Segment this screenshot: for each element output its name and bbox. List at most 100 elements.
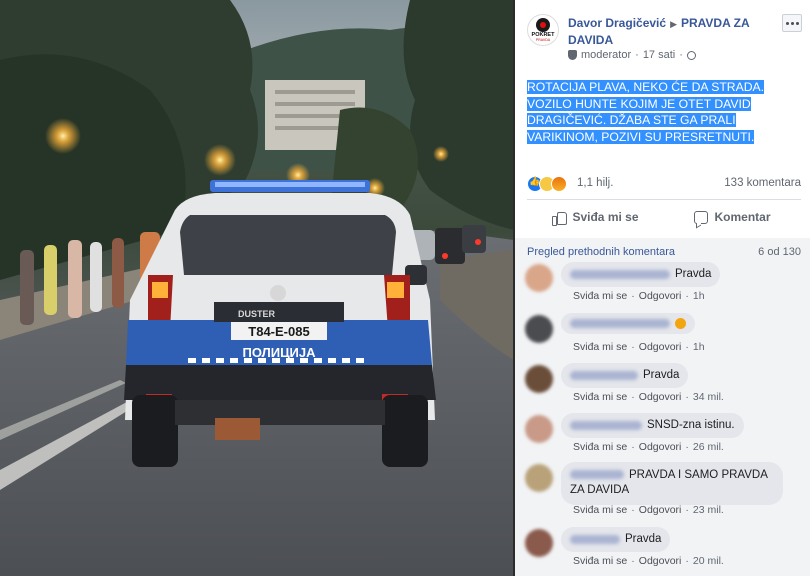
role-label: moderator [581, 49, 632, 61]
comment-meta: Sviđa mi se · Odgovori · 1h [573, 341, 705, 353]
emoji-icon [675, 318, 686, 329]
page-name-link-line2[interactable]: DAVIDA [568, 33, 613, 47]
comment-like-link[interactable]: Sviđa mi se [573, 504, 627, 516]
page-avatar[interactable]: POKRET PRAVDA [527, 14, 559, 46]
comment-reply-link[interactable]: Odgovori [639, 391, 682, 403]
dot-separator: · [685, 504, 689, 516]
comment-text: Pravda [625, 533, 662, 545]
dot-separator: · [685, 391, 689, 403]
comment-meta: Sviđa mi se · Odgovori · 20 mil. [573, 555, 724, 567]
comment-meta: Sviđa mi se · Odgovori · 26 mil. [573, 441, 724, 453]
post-time[interactable]: 17 sati [643, 49, 675, 61]
photo-scene: DUSTER T84-E-085 ПОЛИЦИЈА [0, 0, 514, 576]
post-header: POKRET PRAVDA Davor Dragičević ▶ PRAVDA ZA… [527, 12, 802, 62]
post-side-panel: POKRET PRAVDA Davor Dragičević ▶ PRAVDA ZA… [515, 0, 810, 576]
dot-separator: · [631, 555, 635, 567]
comment-meta: Sviđa mi se · Odgovori · 23 mil. [573, 504, 724, 516]
reaction-count[interactable]: 1,1 hilj. [577, 177, 613, 189]
comment-reply-link[interactable]: Odgovori [639, 441, 682, 453]
comment-button[interactable]: Komentar [664, 204, 801, 230]
comment-text: Pravda [675, 268, 712, 280]
commenter-avatar[interactable] [525, 529, 553, 557]
comment-bubble: SNSD-zna istinu. [561, 413, 744, 438]
comment-like-link[interactable]: Sviđa mi se [573, 555, 627, 567]
globe-icon [686, 50, 696, 60]
reaction-icons[interactable] [527, 176, 567, 192]
comments-shown-count: 6 od 130 [758, 246, 801, 258]
like-button-label: Sviđa mi se [572, 210, 639, 224]
dot-separator: · [635, 49, 639, 61]
post-actions: Sviđa mi se Komentar [527, 204, 801, 230]
dot-icon [790, 21, 794, 25]
page-logo-icon [536, 18, 550, 32]
commenter-name-blurred[interactable] [570, 535, 620, 544]
comment-time[interactable]: 1h [693, 290, 705, 302]
commenter-name-blurred[interactable] [570, 319, 670, 328]
post-photo[interactable]: DUSTER T84-E-085 ПОЛИЦИЈА [0, 0, 514, 576]
facebook-photo-viewer: DUSTER T84-E-085 ПОЛИЦИЈА POKRET PRAVDA … [0, 0, 810, 576]
comment-bubble: PRAVDA I SAMO PRAVDA ZA DAVIDA [561, 462, 783, 505]
dot-icon [785, 21, 789, 25]
comment-reply-link[interactable]: Odgovori [639, 555, 682, 567]
comment-bubble [561, 313, 695, 334]
comment-meta: Sviđa mi se · Odgovori · 1h [573, 290, 705, 302]
police-label: ПОЛИЦИЈА [242, 345, 316, 360]
commenter-avatar[interactable] [525, 315, 553, 343]
commenter-avatar[interactable] [525, 264, 553, 292]
dot-separator: · [631, 341, 635, 353]
license-plate: T84-E-085 [248, 324, 309, 339]
post-text: ROTACIJA PLAVA, NEKO ĆE DA STRADA. VOZIL… [527, 79, 802, 145]
page-name-link[interactable]: PRAVDA ZA [681, 16, 750, 30]
dot-separator: · [685, 290, 689, 302]
more-options-button[interactable] [782, 14, 802, 32]
comment-bubble: Pravda [561, 262, 721, 287]
comment-time[interactable]: 20 mil. [693, 555, 724, 567]
dot-icon [795, 21, 799, 25]
commenter-name-blurred[interactable] [570, 470, 624, 480]
comment-time[interactable]: 23 mil. [693, 504, 724, 516]
commenter-avatar[interactable] [525, 464, 553, 492]
commenter-name-blurred[interactable] [570, 371, 638, 380]
like-button[interactable]: Sviđa mi se [527, 204, 664, 230]
thumbs-up-icon [552, 211, 568, 226]
post-meta: moderator · 17 sati · [568, 49, 696, 61]
dot-separator: · [685, 555, 689, 567]
comment-reply-link[interactable]: Odgovori [639, 504, 682, 516]
dot-separator: · [631, 441, 635, 453]
post-author-line: Davor Dragičević ▶ PRAVDA ZA DAVIDA [568, 15, 768, 48]
shield-icon [568, 50, 577, 60]
previous-comments-row: Pregled prethodnih komentara 6 od 130 [527, 246, 801, 258]
commenter-avatar[interactable] [525, 365, 553, 393]
author-name-link[interactable]: Davor Dragičević [568, 16, 666, 30]
comment-reply-link[interactable]: Odgovori [639, 290, 682, 302]
angry-icon [551, 176, 567, 192]
speech-bubble-icon [694, 210, 709, 224]
comment-like-link[interactable]: Sviđa mi se [573, 441, 627, 453]
reactions-summary: 1,1 hilj. 133 komentara [527, 174, 801, 194]
comment-like-link[interactable]: Sviđa mi se [573, 290, 627, 302]
commenter-name-blurred[interactable] [570, 270, 670, 279]
comment-time[interactable]: 34 mil. [693, 391, 724, 403]
comment-time[interactable]: 1h [693, 341, 705, 353]
comment-button-label: Komentar [714, 210, 771, 224]
comment-reply-link[interactable]: Odgovori [639, 341, 682, 353]
comment-like-link[interactable]: Sviđa mi se [573, 341, 627, 353]
comment-time[interactable]: 26 mil. [693, 441, 724, 453]
comment-count[interactable]: 133 komentara [724, 177, 801, 189]
comment-like-link[interactable]: Sviđa mi se [573, 391, 627, 403]
dot-separator: · [631, 290, 635, 302]
comments-section [515, 238, 810, 576]
commenter-name-blurred[interactable] [570, 421, 642, 430]
car-badge: DUSTER [238, 309, 276, 319]
post-text-selected: ROTACIJA PLAVA, NEKO ĆE DA STRADA. VOZIL… [527, 80, 765, 144]
arrow-right-icon: ▶ [670, 19, 677, 29]
divider [527, 199, 801, 200]
comment-meta: Sviđa mi se · Odgovori · 34 mil. [573, 391, 724, 403]
comment-bubble: Pravda [561, 527, 671, 552]
dot-separator: · [685, 441, 689, 453]
dot-separator: · [679, 49, 683, 61]
commenter-avatar[interactable] [525, 415, 553, 443]
dot-separator: · [631, 391, 635, 403]
comment-text: Pravda [643, 369, 680, 381]
view-previous-comments-link[interactable]: Pregled prethodnih komentara [527, 246, 675, 258]
